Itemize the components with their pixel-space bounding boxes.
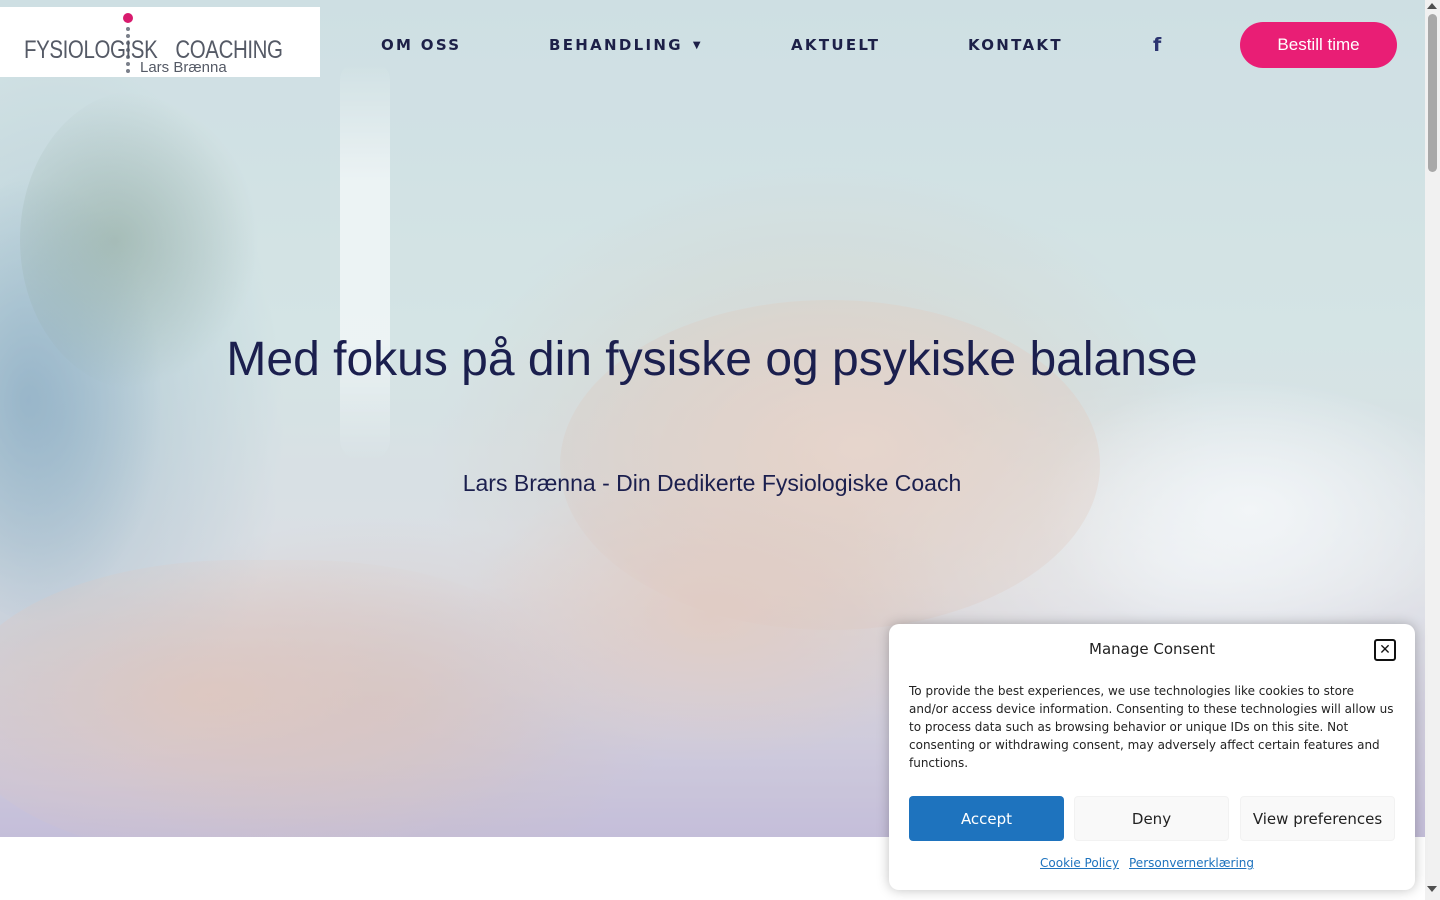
privacy-policy-link[interactable]: Personvernerklæring [1129,856,1254,870]
logo-pink-dot-icon [123,13,133,23]
site-logo[interactable]: FYSIOLOGISK COACHING Lars Brænna [0,7,320,77]
cookie-consent-dialog: Manage Consent ✕ To provide the best exp… [889,624,1415,890]
nav-item-aktuelt[interactable]: AKTUELT [791,36,880,54]
accept-button[interactable]: Accept [909,796,1064,841]
scroll-down-arrow-icon[interactable] [1427,886,1437,892]
nav-item-behandling[interactable]: BEHANDLING ▼ [549,36,703,54]
scrollbar-thumb[interactable] [1428,14,1437,172]
deny-button[interactable]: Deny [1074,796,1229,841]
nav-item-om-oss[interactable]: OM OSS [381,36,461,54]
book-appointment-button[interactable]: Bestill time [1240,22,1397,68]
cookie-policy-link[interactable]: Cookie Policy [1040,856,1119,870]
logo-subtitle: Lars Brænna [140,59,227,76]
hero-subtitle: Lars Brænna - Din Dedikerte Fysiologiske… [462,470,962,496]
view-preferences-button[interactable]: View preferences [1240,796,1395,841]
hero-title: Med fokus på din fysiske og psykiske bal… [226,333,1198,386]
consent-description: To provide the best experiences, we use … [909,684,1394,770]
consent-title: Manage Consent [1089,640,1215,658]
nav-item-kontakt[interactable]: KONTAKT [968,36,1063,54]
chevron-down-icon: ▼ [692,40,703,51]
logo-dot-icon [126,27,130,31]
facebook-icon[interactable]: f [1153,34,1167,56]
logo-word-fysiologisk: FYSIOLOGISK [24,36,158,64]
logo-dot-icon [126,69,130,73]
close-icon[interactable]: ✕ [1374,639,1396,661]
scroll-up-arrow-icon[interactable] [1427,3,1437,9]
nav-item-behandling-label: BEHANDLING [549,36,683,54]
